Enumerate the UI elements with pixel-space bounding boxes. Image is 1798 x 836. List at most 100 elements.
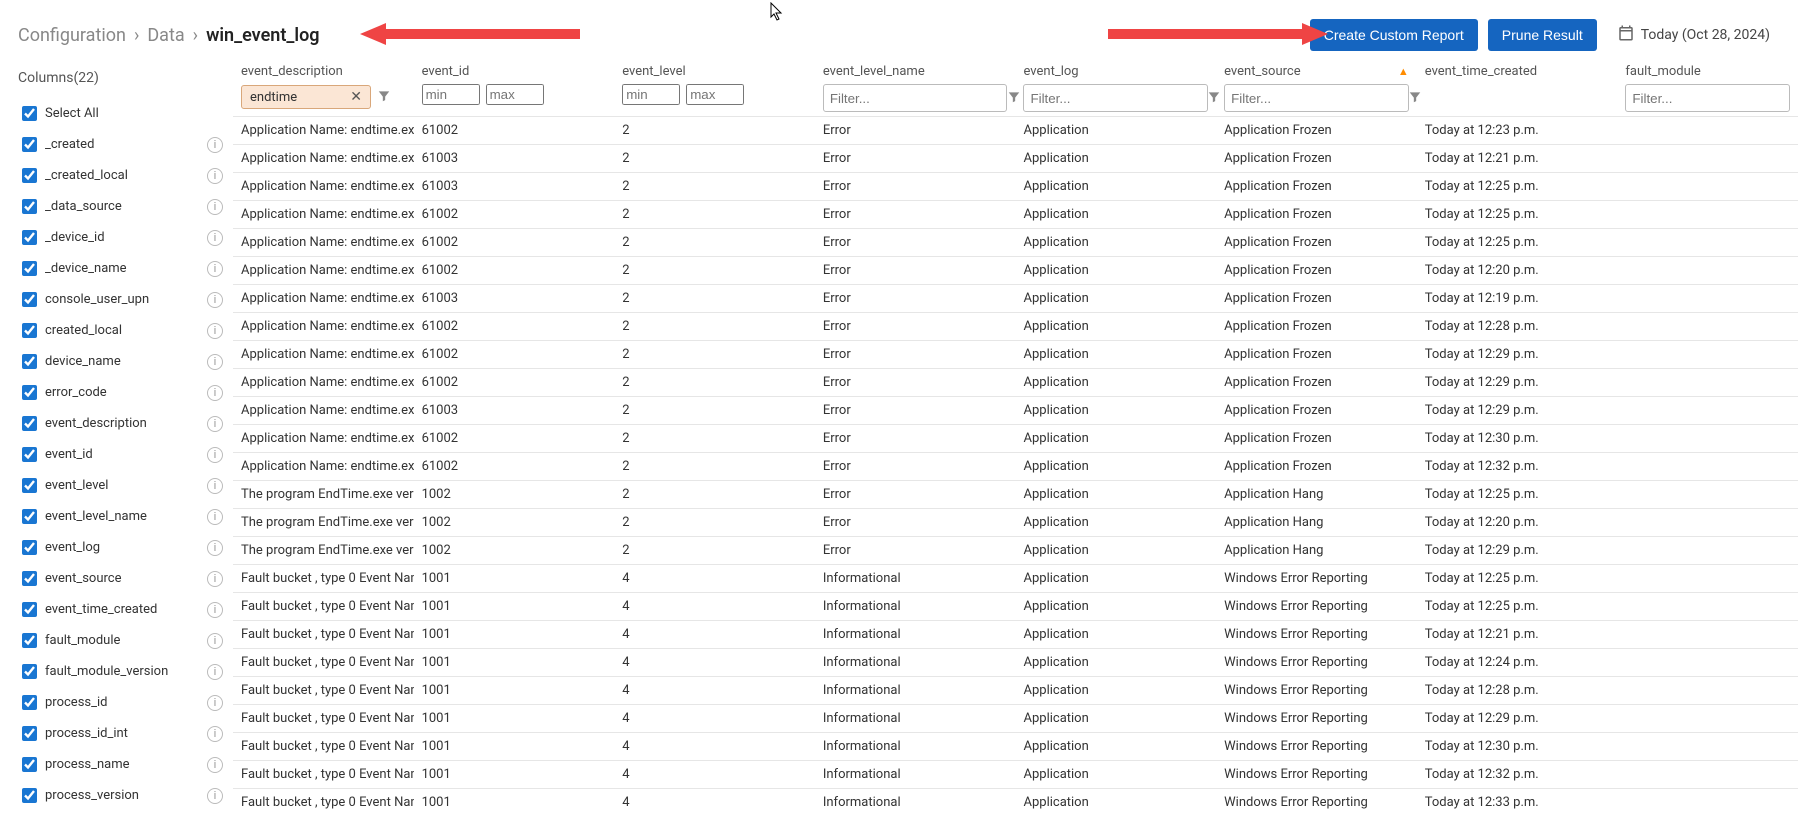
table-row[interactable]: Application Name: endtime.exe610022Error… (233, 369, 1798, 397)
column-checkbox[interactable] (22, 757, 37, 772)
event_source-filter-input[interactable] (1231, 91, 1408, 106)
info-icon[interactable]: i (207, 571, 223, 587)
column-checkbox[interactable] (22, 385, 37, 400)
column-checkbox[interactable] (22, 137, 37, 152)
column-checkbox[interactable] (22, 323, 37, 338)
select-all-checkbox[interactable] (22, 106, 37, 121)
filter-icon[interactable] (373, 84, 395, 110)
column-checkbox[interactable] (22, 261, 37, 276)
table-row[interactable]: Fault bucket , type 0 Event Nam10014Info… (233, 565, 1798, 593)
col-header-event_description[interactable]: event_description (241, 64, 343, 79)
info-icon[interactable]: i (207, 757, 223, 773)
table-row[interactable]: Application Name: endtime.exe610022Error… (233, 257, 1798, 285)
info-icon[interactable]: i (207, 292, 223, 308)
table-row[interactable]: Fault bucket , type 0 Event Nam10014Info… (233, 649, 1798, 677)
table-row[interactable]: Fault bucket , type 0 Event Nam10014Info… (233, 621, 1798, 649)
sort-asc-icon[interactable]: ▲ (1398, 65, 1409, 78)
table-row[interactable]: The program EndTime.exe versi10022ErrorA… (233, 509, 1798, 537)
column-checkbox[interactable] (22, 571, 37, 586)
fault_module-filter-input[interactable] (1632, 91, 1798, 106)
event_level_name-filter-input[interactable] (830, 91, 1007, 106)
info-icon[interactable]: i (207, 199, 223, 215)
column-checkbox[interactable] (22, 230, 37, 245)
col-header-event_id[interactable]: event_id (422, 64, 470, 79)
info-icon[interactable]: i (207, 385, 223, 401)
info-icon[interactable]: i (207, 261, 223, 277)
column-checkbox[interactable] (22, 695, 37, 710)
column-checkbox[interactable] (22, 602, 37, 617)
column-checkbox[interactable] (22, 447, 37, 462)
table-row[interactable]: Fault bucket , type 0 Event Nam10014Info… (233, 593, 1798, 621)
col-header-event_time_created[interactable]: event_time_created (1425, 64, 1537, 79)
table-row[interactable]: Application Name: endtime.exe610022Error… (233, 341, 1798, 369)
table-row[interactable]: Application Name: endtime.exe610032Error… (233, 397, 1798, 425)
column-checkbox[interactable] (22, 199, 37, 214)
column-checkbox[interactable] (22, 292, 37, 307)
col-header-event_level[interactable]: event_level (622, 64, 685, 79)
table-row[interactable]: Application Name: endtime.exe610022Error… (233, 313, 1798, 341)
filter-icon[interactable] (1007, 85, 1021, 111)
info-icon[interactable]: i (207, 168, 223, 184)
clear-filter-icon[interactable]: ✕ (346, 89, 366, 105)
table-row[interactable]: Application Name: endtime.exe610032Error… (233, 145, 1798, 173)
event_log-filter-input[interactable] (1030, 91, 1207, 106)
column-checkbox[interactable] (22, 788, 37, 803)
column-checkbox[interactable] (22, 664, 37, 679)
info-icon[interactable]: i (207, 726, 223, 742)
date-range-picker[interactable]: Today (Oct 28, 2024) (1607, 18, 1780, 52)
event_id-min-input[interactable] (422, 84, 480, 105)
info-icon[interactable]: i (207, 416, 223, 432)
table-row[interactable]: Fault bucket , type 0 Event Nam10014Info… (233, 677, 1798, 705)
column-checkbox[interactable] (22, 416, 37, 431)
info-icon[interactable]: i (207, 633, 223, 649)
filter-icon[interactable] (1408, 85, 1422, 111)
event_level-max-input[interactable] (686, 84, 744, 105)
info-icon[interactable]: i (207, 323, 223, 339)
table-row[interactable]: Fault bucket , type 0 Event Nam10014Info… (233, 789, 1798, 817)
table-row[interactable]: Fault bucket , type 0 Event Nam10014Info… (233, 733, 1798, 761)
table-row[interactable]: Application Name: endtime.exe610022Error… (233, 117, 1798, 145)
info-icon[interactable]: i (207, 664, 223, 680)
info-icon[interactable]: i (207, 230, 223, 246)
event_level-min-input[interactable] (622, 84, 680, 105)
table-row[interactable]: Application Name: endtime.exe610022Error… (233, 229, 1798, 257)
column-checkbox[interactable] (22, 540, 37, 555)
table-row[interactable]: Fault bucket , type 0 Event Nam10014Info… (233, 705, 1798, 733)
info-icon[interactable]: i (207, 478, 223, 494)
table-row[interactable]: Fault bucket , type 0 Event Nam10014Info… (233, 761, 1798, 789)
info-icon[interactable]: i (207, 788, 223, 804)
column-toggle-row: event_descriptioni (18, 408, 223, 439)
event_id-max-input[interactable] (486, 84, 544, 105)
create-custom-report-button[interactable]: Create Custom Report (1310, 19, 1478, 51)
breadcrumb-root[interactable]: Configuration (18, 25, 126, 46)
column-checkbox[interactable] (22, 633, 37, 648)
table-row[interactable]: Application Name: endtime.exe610032Error… (233, 173, 1798, 201)
col-header-event_log[interactable]: event_log (1023, 64, 1078, 79)
column-checkbox[interactable] (22, 509, 37, 524)
info-icon[interactable]: i (207, 509, 223, 525)
table-cell: The program EndTime.exe versi (233, 481, 414, 509)
table-row[interactable]: Application Name: endtime.exe610022Error… (233, 201, 1798, 229)
column-checkbox[interactable] (22, 726, 37, 741)
table-row[interactable]: The program EndTime.exe versi10022ErrorA… (233, 481, 1798, 509)
col-header-event_level_name[interactable]: event_level_name (823, 64, 925, 79)
table-row[interactable]: The program EndTime.exe versi10022ErrorA… (233, 537, 1798, 565)
table-row[interactable]: Application Name: endtime.exe610032Error… (233, 285, 1798, 313)
column-checkbox[interactable] (22, 478, 37, 493)
column-checkbox[interactable] (22, 168, 37, 183)
info-icon[interactable]: i (207, 447, 223, 463)
info-icon[interactable]: i (207, 695, 223, 711)
col-header-fault_module[interactable]: fault_module (1625, 64, 1700, 79)
col-header-event_source[interactable]: event_source (1224, 64, 1301, 79)
info-icon[interactable]: i (207, 137, 223, 153)
filter-icon[interactable] (1207, 85, 1221, 111)
breadcrumb-data[interactable]: Data (147, 25, 184, 46)
prune-result-button[interactable]: Prune Result (1488, 19, 1597, 51)
column-checkbox[interactable] (22, 354, 37, 369)
info-icon[interactable]: i (207, 540, 223, 556)
column-toggle-row: event_leveli (18, 470, 223, 501)
table-row[interactable]: Application Name: endtime.exe610022Error… (233, 425, 1798, 453)
table-row[interactable]: Application Name: endtime.exe610022Error… (233, 453, 1798, 481)
info-icon[interactable]: i (207, 354, 223, 370)
info-icon[interactable]: i (207, 602, 223, 618)
